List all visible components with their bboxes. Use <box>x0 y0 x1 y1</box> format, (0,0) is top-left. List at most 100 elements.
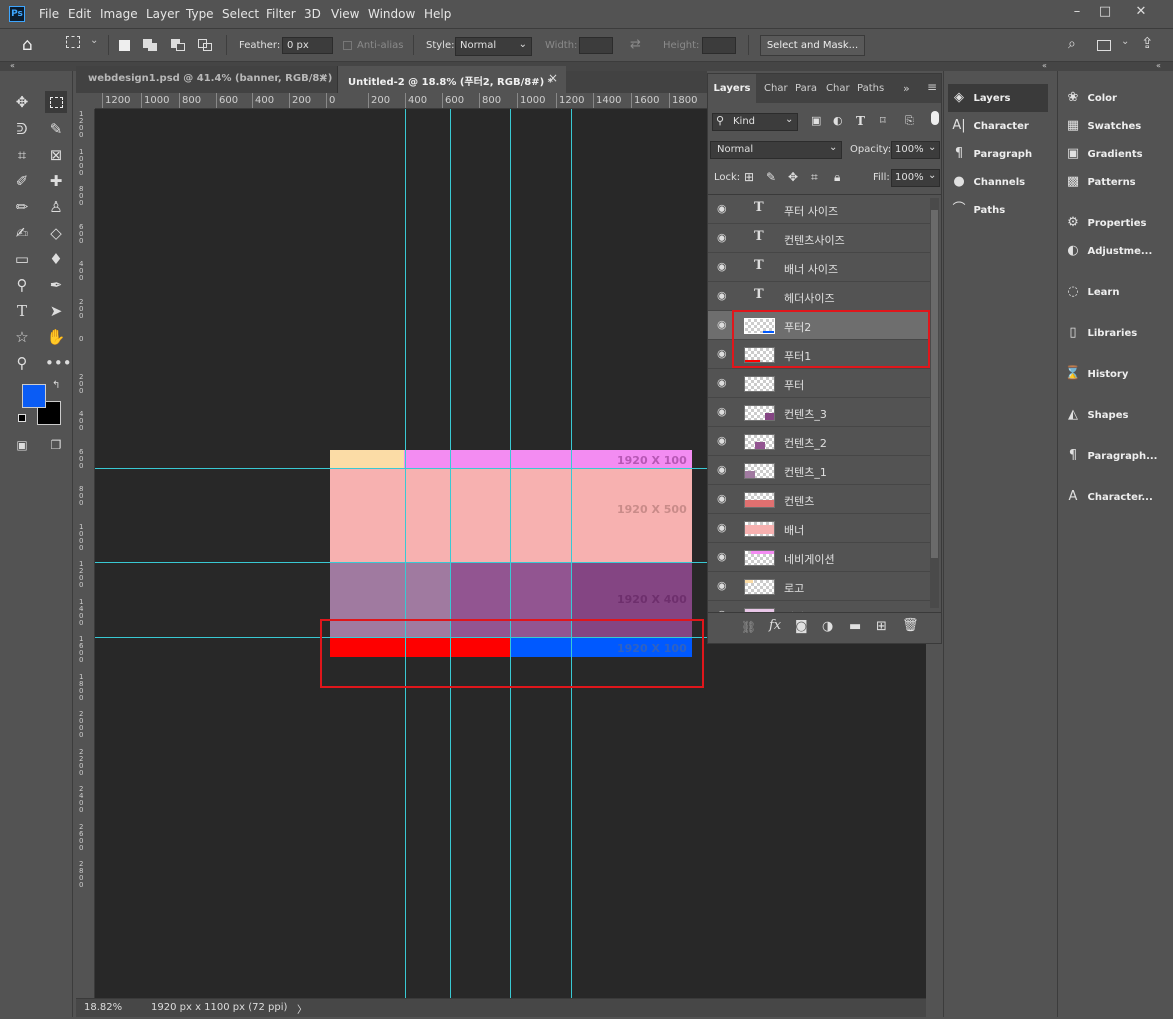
menu-file[interactable]: File <box>39 7 59 21</box>
feather-input[interactable]: 0 px <box>282 37 333 54</box>
collapse-dock-icon[interactable]: « <box>1042 61 1047 70</box>
move-tool-icon[interactable]: ✥ <box>11 91 33 113</box>
layer-row[interactable]: ◉ 네비게이션 <box>708 543 930 572</box>
layer-list-scrollbar[interactable] <box>930 198 939 608</box>
swap-icon[interactable]: ⇄ <box>630 37 641 52</box>
dock-item-learn[interactable]: ◌ Learn <box>1062 278 1162 306</box>
eye-icon[interactable]: ◉ <box>717 406 729 417</box>
eraser-tool-icon[interactable]: ◇ <box>45 222 67 244</box>
quick-select-tool-icon[interactable]: ✎ <box>45 118 67 140</box>
layer-row[interactable]: ◉ 컨텐츠 <box>708 485 930 514</box>
close-tab-icon[interactable]: × <box>318 71 328 85</box>
dock-item-character[interactable]: A Character... <box>1062 483 1162 511</box>
lock-position-icon[interactable]: ✥ <box>788 170 798 184</box>
more-tools-icon[interactable]: ••• <box>45 352 72 374</box>
opacity-input[interactable]: 100% ⌄ <box>891 141 940 159</box>
menu-edit[interactable]: Edit <box>68 7 91 21</box>
fill-input[interactable]: 100% ⌄ <box>891 169 940 187</box>
menu-help[interactable]: Help <box>424 7 451 21</box>
brush-tool-icon[interactable]: ✏ <box>11 196 33 218</box>
eye-icon[interactable]: ◉ <box>717 203 729 214</box>
type-tool-icon[interactable]: T <box>11 300 33 322</box>
eye-icon[interactable]: ◉ <box>717 580 729 591</box>
frame-tool-icon[interactable]: ⊠ <box>45 144 67 166</box>
dock-item-patterns[interactable]: ▩ Patterns <box>1062 168 1162 196</box>
layer-row[interactable]: ◉ 컨텐츠_1 <box>708 456 930 485</box>
workspace-icon[interactable] <box>1097 40 1111 51</box>
layer-row[interactable]: ◉ 푸터 <box>708 369 930 398</box>
swap-colors-icon[interactable]: ↰ <box>52 380 60 391</box>
eye-icon[interactable]: ◉ <box>717 493 729 504</box>
home-icon[interactable]: ⌂ <box>22 35 33 55</box>
layer-filter-select[interactable]: ⚲ Kind ⌄ <box>712 113 798 131</box>
collapse-dock-icon[interactable]: « <box>1156 61 1161 70</box>
menu-view[interactable]: View <box>331 7 359 21</box>
menu-filter[interactable]: Filter <box>266 7 296 21</box>
menu-select[interactable]: Select <box>222 7 259 21</box>
eye-icon[interactable]: ◉ <box>717 435 729 446</box>
zoom-tool-icon[interactable]: ⚲ <box>11 352 33 374</box>
rect-marquee-tool-icon[interactable] <box>45 91 67 113</box>
tab-character[interactable]: Char <box>764 74 788 103</box>
lock-artboard-icon[interactable]: ⌗ <box>811 170 818 185</box>
layer-row[interactable]: ◉ 로고 <box>708 572 930 601</box>
dock-item-channels[interactable]: ● Channels <box>948 168 1048 196</box>
dock-item-history[interactable]: ⌛ History <box>1062 360 1162 388</box>
stamp-tool-icon[interactable]: ♙ <box>45 196 67 218</box>
dock-item-paragraph[interactable]: ¶ Paragraph <box>948 140 1048 168</box>
eye-icon[interactable]: ◉ <box>717 348 729 359</box>
dock-item-character[interactable]: A| Character <box>948 112 1048 140</box>
collapse-toolbar-icon[interactable]: « <box>10 61 15 70</box>
dock-item-color[interactable]: ❀ Color <box>1062 84 1162 112</box>
layer-row[interactable]: ◉헤더 <box>708 601 930 612</box>
status-menu-arrow[interactable]: 〉 <box>297 1001 307 1016</box>
lock-transparent-icon[interactable]: ⊞ <box>744 170 754 184</box>
tab-paths[interactable]: Paths <box>857 74 884 103</box>
menu-image[interactable]: Image <box>100 7 138 21</box>
eye-icon[interactable]: ◉ <box>717 551 729 562</box>
anti-alias-checkbox[interactable] <box>343 41 352 50</box>
share-icon[interactable]: ⇪ <box>1141 34 1154 52</box>
filter-type-icon[interactable]: T <box>856 114 865 128</box>
dock-item-swatches[interactable]: ▦ Swatches <box>1062 112 1162 140</box>
eye-icon[interactable]: ◉ <box>717 464 729 475</box>
more-tabs-icon[interactable]: » <box>903 82 910 95</box>
guide-vertical[interactable] <box>405 109 406 998</box>
maximize-button[interactable]: □ <box>1094 2 1116 24</box>
foreground-color-swatch[interactable] <box>22 384 46 408</box>
dock-item-paragraph[interactable]: ¶ Paragraph... <box>1062 442 1162 470</box>
layer-row[interactable]: ◉ 컨텐츠_3 <box>708 398 930 427</box>
eye-icon[interactable]: ◉ <box>717 261 729 272</box>
healing-brush-tool-icon[interactable]: ✚ <box>45 170 67 192</box>
menu-type[interactable]: Type <box>186 7 214 21</box>
adjustment-layer-icon[interactable]: ◑ <box>822 619 833 634</box>
delete-layer-icon[interactable]: 🗑︎ <box>902 618 919 633</box>
dock-item-libraries[interactable]: ▯ Libraries <box>1062 319 1162 347</box>
lock-image-icon[interactable]: ✎ <box>766 170 776 184</box>
filter-pixel-icon[interactable]: ▣ <box>811 114 821 127</box>
add-selection-icon[interactable] <box>143 39 157 51</box>
eyedropper-tool-icon[interactable]: ✐ <box>11 170 33 192</box>
blur-tool-icon[interactable]: ♦ <box>45 248 67 270</box>
add-mask-icon[interactable]: ◙ <box>795 619 808 634</box>
pen-tool-icon[interactable]: ✒ <box>45 274 67 296</box>
layer-row[interactable]: ◉ 컨텐츠_2 <box>708 427 930 456</box>
eye-icon[interactable]: ◉ <box>717 319 729 330</box>
new-selection-icon[interactable] <box>119 40 130 51</box>
new-layer-icon[interactable]: ⊞ <box>876 619 887 634</box>
shape-tool-icon[interactable]: ☆ <box>11 326 33 348</box>
minimize-button[interactable]: – <box>1066 2 1088 24</box>
doc-tab-untitled-2[interactable]: Untitled-2 @ 18.8% (푸터2, RGB/8#) * × <box>338 66 566 93</box>
menu-3d[interactable]: 3D <box>304 7 321 21</box>
width-input[interactable] <box>579 37 613 54</box>
menu-window[interactable]: Window <box>368 7 415 21</box>
lasso-tool-icon[interactable]: ᕲ <box>11 118 33 140</box>
dock-item-paths[interactable]: ⌒ Paths <box>948 196 1048 224</box>
filter-smart-object-icon[interactable]: ⎘ <box>905 114 914 128</box>
height-input[interactable] <box>702 37 736 54</box>
doc-tab-webdesign1[interactable]: webdesign1.psd @ 41.4% (banner, RGB/8#) … <box>76 66 338 93</box>
blend-mode-select[interactable]: Normal ⌄ <box>710 141 842 159</box>
search-icon[interactable]: ⌕ <box>1068 36 1076 52</box>
new-group-icon[interactable]: ▬ <box>849 619 861 634</box>
crop-tool-icon[interactable]: ⌗ <box>11 144 33 166</box>
